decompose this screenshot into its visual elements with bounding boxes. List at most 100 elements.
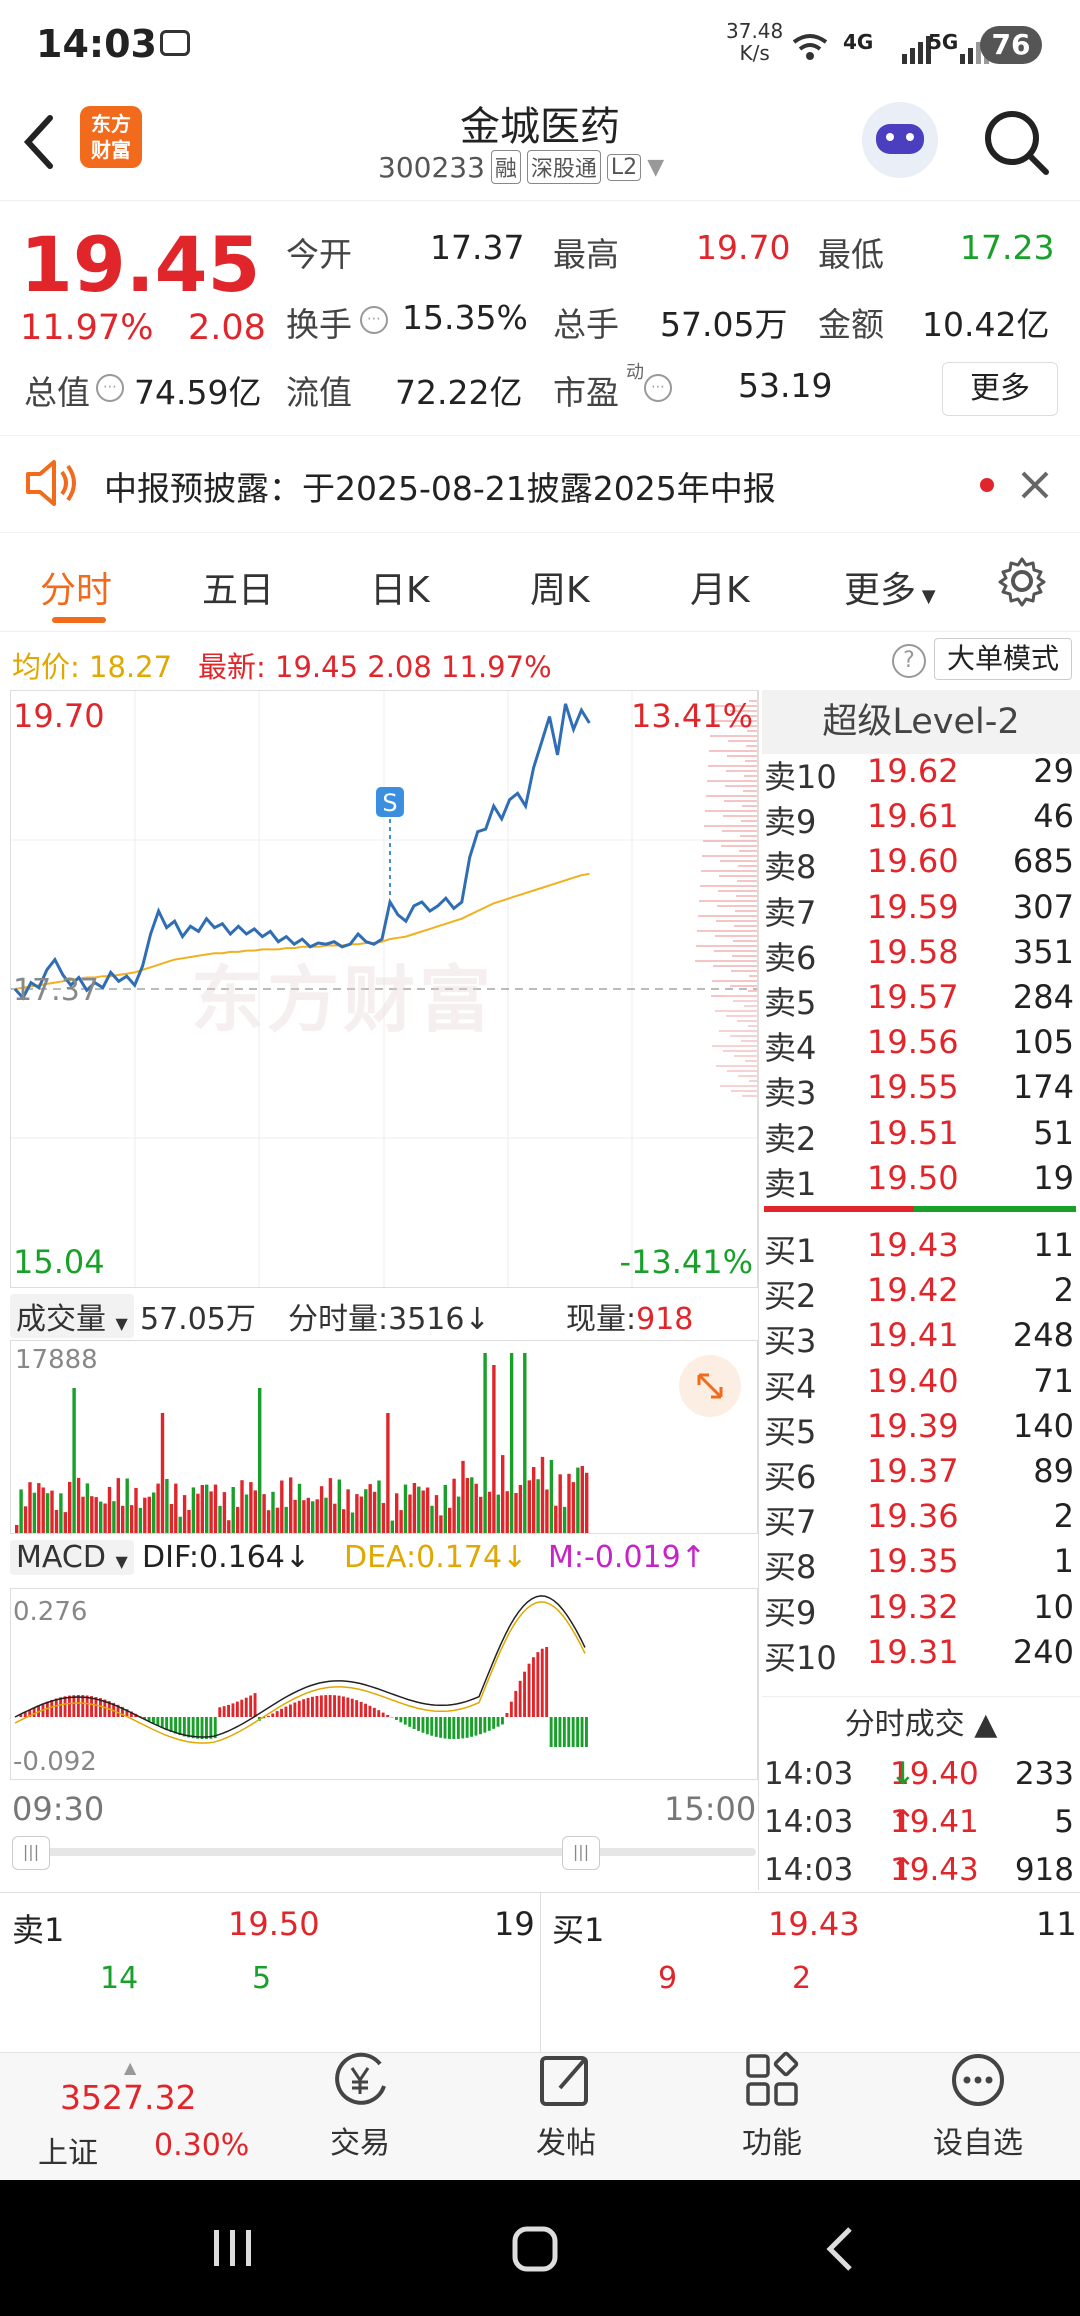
trade-time: 14:03 [764,1804,854,1840]
settings-icon[interactable] [996,555,1048,607]
tab-weekly[interactable]: 周K [530,561,590,613]
buy-level-label: 买10 [764,1638,837,1677]
trades-title[interactable]: 分时成交 ▲ [762,1696,1080,1753]
help-icon[interactable]: ? [892,644,926,678]
volume-indicator-select[interactable]: 成交量 ▼ [10,1294,134,1338]
sell-level-row[interactable]: 卖7 19.59 307 [764,888,1078,933]
volume-bar [434,1495,439,1533]
sell-level-row[interactable]: 卖10 19.62 29 [764,752,1078,797]
buy-level-qty: 240 [1012,1632,1074,1671]
search-icon[interactable] [982,108,1052,178]
buy-level-row[interactable]: 买1 19.43 11 [764,1226,1078,1271]
sell-level-row[interactable]: 卖9 19.61 46 [764,797,1078,842]
time-scrollbar[interactable]: ||| ||| [12,1836,756,1870]
open-value: 17.37 [430,228,525,267]
y-high-label: 19.70 [13,697,105,735]
macd-bar [558,1717,562,1747]
buy-level-row[interactable]: 买5 19.39 140 [764,1407,1078,1452]
sell-level-row[interactable]: 卖1 19.50 19 [764,1159,1078,1204]
sell-level-row[interactable]: 卖6 19.58 351 [764,933,1078,978]
macd-bar [364,1703,367,1717]
sell-level-price: 19.60 [867,842,959,881]
macd-bar [187,1717,191,1738]
home-icon[interactable] [510,2224,560,2274]
macd-bar [562,1717,566,1747]
macd-bar [408,1717,412,1727]
buy-level-row[interactable]: 买6 19.37 89 [764,1452,1078,1497]
tab-daily[interactable]: 日K [370,561,430,613]
nav-trade[interactable]: 交易 [290,2050,430,2162]
index-ticker[interactable]: ▲ 3527.32 上证 0.30% [20,2058,249,2178]
sell-level-row[interactable]: 卖4 19.56 105 [764,1023,1078,1068]
current-volume: 现量:918 [566,1302,694,1337]
macd-bar [81,1695,85,1717]
tab-more[interactable]: 更多 ▼ [844,561,936,613]
nav-functions[interactable]: 功能 [702,2050,842,2162]
macd-bar [350,1698,354,1717]
volume-bar [567,1473,571,1533]
volume-bar [63,1512,67,1533]
mktcap-value: 74.59亿 [134,373,262,412]
volume-bar [121,1505,125,1533]
sell-level-label: 卖10 [764,758,837,796]
macd-bar [218,1707,222,1717]
macd-bar [59,1697,63,1717]
info-icon[interactable]: ⋯ [96,374,124,402]
macd-indicator-select[interactable]: MACD ▼ [10,1540,134,1575]
nav-watchlist[interactable]: 设自选 [908,2050,1048,2162]
tab-5day[interactable]: 五日 [202,561,274,613]
scroll-handle-right[interactable]: ||| [562,1836,600,1870]
volume-bar [368,1484,372,1533]
info-icon[interactable]: ⋯ [360,306,388,334]
more-button[interactable]: 更多 [942,362,1058,416]
volume-bar [200,1485,204,1533]
buy-level-row[interactable]: 买3 19.41 248 [764,1316,1078,1361]
volume-bar [275,1507,280,1533]
recent-apps-icon[interactable] [208,2224,258,2272]
buy-level-row[interactable]: 买9 19.32 10 [764,1588,1078,1633]
buy-level-row[interactable]: 买8 19.35 1 [764,1542,1078,1587]
volume-bar [474,1483,478,1533]
intraday-chart[interactable]: S 东方财富 19.70 13.41% 17.37 15.04 -13.41% [10,690,758,1288]
close-icon[interactable] [1020,470,1050,500]
back-nav-icon[interactable] [820,2224,860,2274]
expand-icon[interactable] [679,1355,741,1417]
back-icon[interactable] [20,112,60,172]
buy-level-row[interactable]: 买4 19.40 71 [764,1362,1078,1407]
tab-monthly[interactable]: 月K [690,561,750,613]
volume-bar [452,1478,456,1533]
sell-level-row[interactable]: 卖8 19.60 685 [764,842,1078,887]
big-order-mode-button[interactable]: 大单模式 [934,638,1072,680]
macd-bar [381,1712,385,1717]
chevron-up-icon: ▲ [124,2058,137,2077]
volume-bar [585,1472,589,1533]
info-icon[interactable]: ⋯ [644,374,672,402]
volume-bar [540,1456,545,1533]
macd-dea: DEA:0.174↓ [344,1540,528,1575]
stock-code-row[interactable]: 300233 融 深股通 L2 ▼ [378,150,664,184]
macd-bar [266,1715,270,1717]
buy-level-row[interactable]: 买2 19.42 2 [764,1271,1078,1316]
robot-assistant-icon[interactable] [862,102,938,178]
net-4g: 4G [843,30,874,54]
macd-dif: DIF:0.164↓ [142,1540,311,1575]
order-queue: 卖1 19.50 19 14 5 买1 19.43 11 9 2 [0,1892,1080,2053]
level2-title[interactable]: 超级Level-2 [762,690,1080,754]
sell-level-row[interactable]: 卖5 19.57 284 [764,978,1078,1023]
buy-level-row[interactable]: 买7 19.36 2 [764,1497,1078,1542]
volume-bar [125,1478,129,1533]
index-pct: 0.30% [154,2128,250,2163]
nav-post[interactable]: 发帖 [496,2050,636,2162]
grid-icon [746,2051,799,2106]
sell-level-row[interactable]: 卖3 19.55 174 [764,1068,1078,1113]
badge-l2: L2 [606,153,642,181]
volume-bar [324,1497,328,1533]
float-label: 流值 [286,373,352,412]
scroll-handle-left[interactable]: ||| [12,1836,50,1870]
tab-intraday[interactable]: 分时 [40,561,112,613]
sell-signal-marker[interactable]: S [375,787,404,897]
volume-bar [412,1483,417,1533]
notice-bar[interactable]: 中报预披露：于2025-08-21披露2025年中报 [0,435,1080,533]
buy-level-row[interactable]: 买10 19.31 240 [764,1633,1078,1678]
sell-level-row[interactable]: 卖2 19.51 51 [764,1114,1078,1159]
